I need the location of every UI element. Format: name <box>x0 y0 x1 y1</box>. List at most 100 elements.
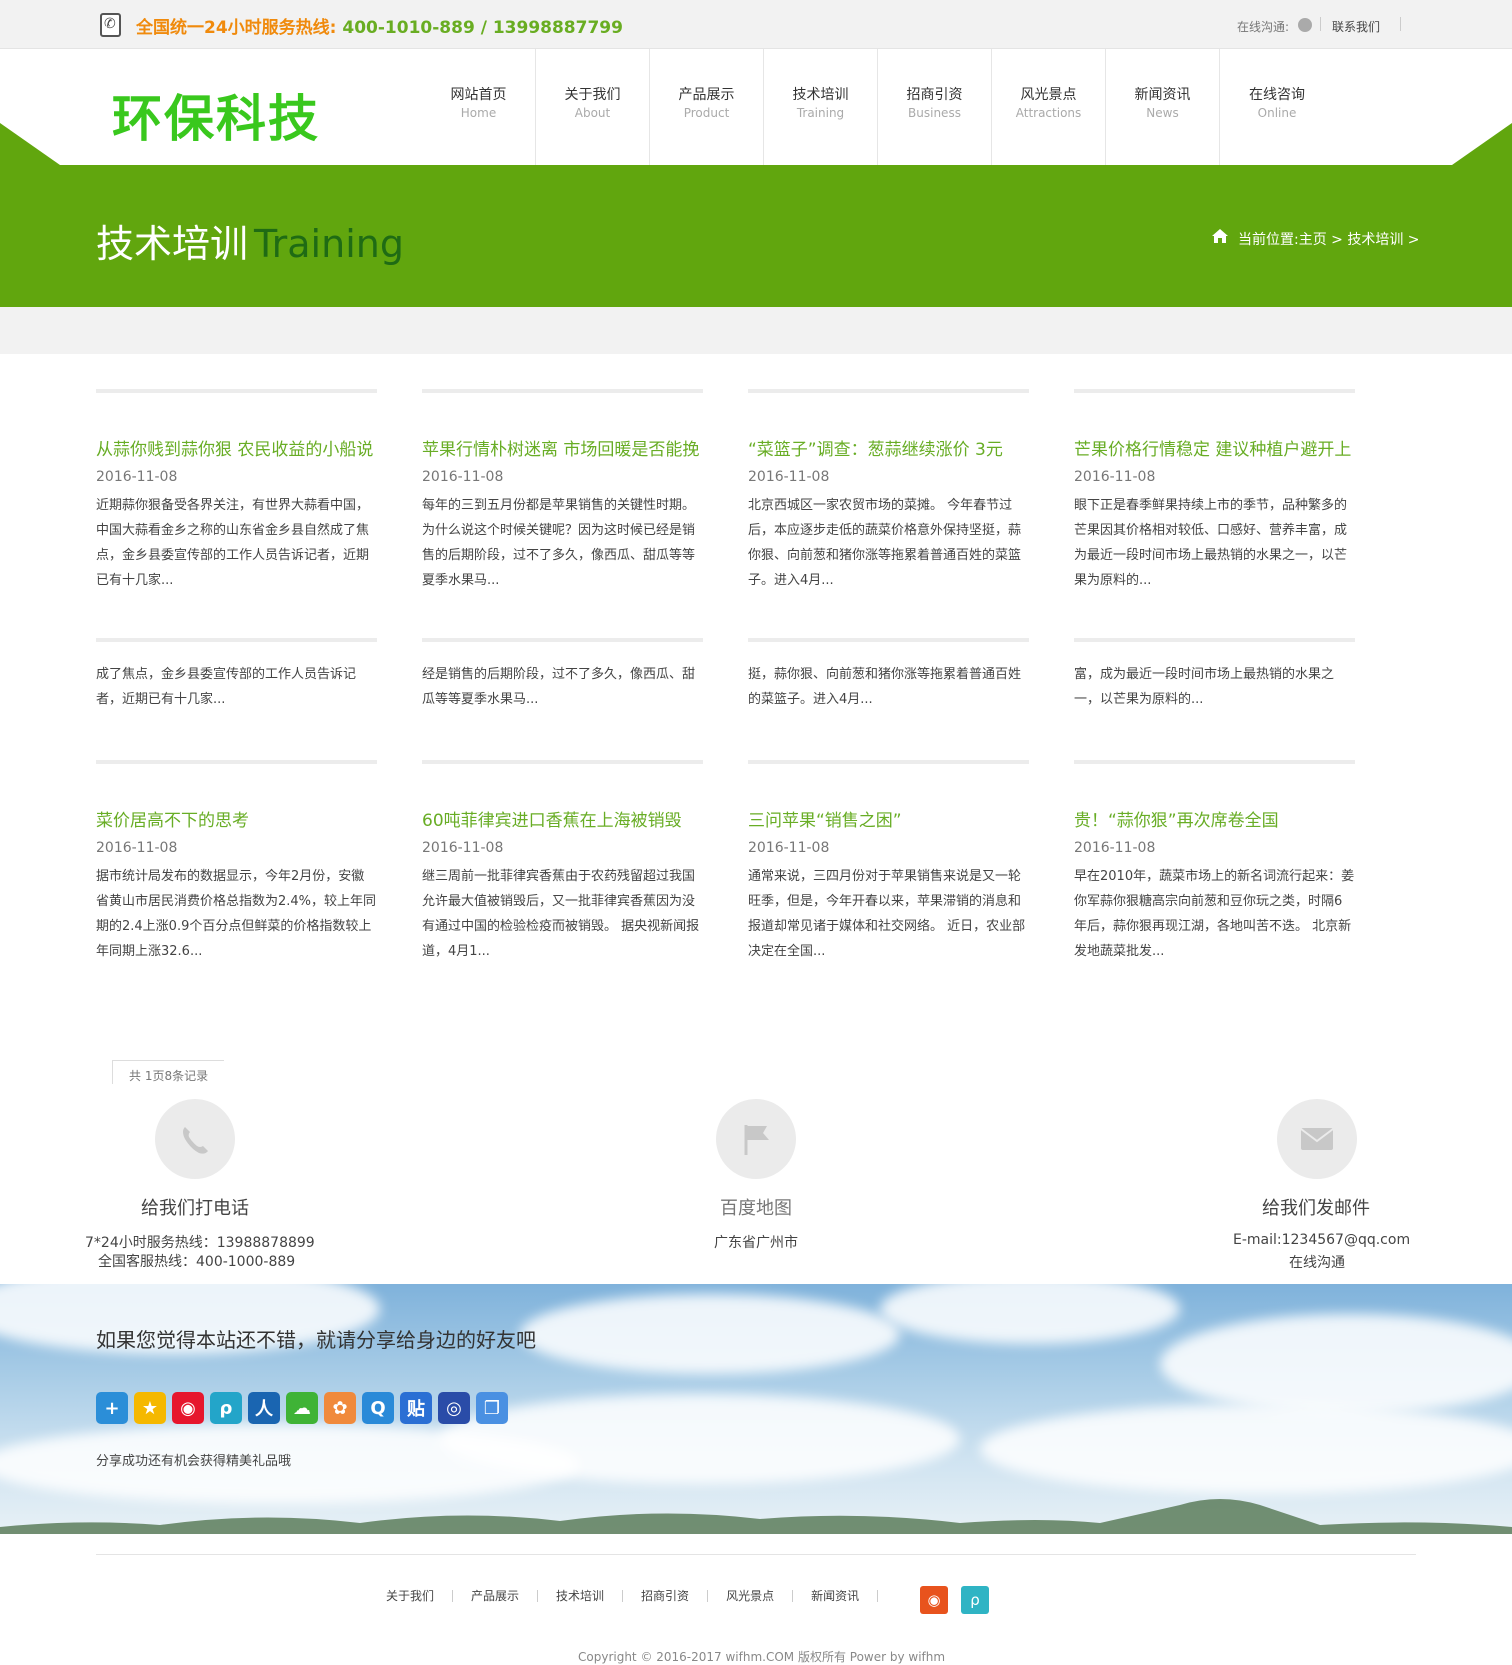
article-title[interactable]: 苹果行情朴树迷离 市场回暖是否能挽 <box>422 435 699 460</box>
qq-chat-icon[interactable] <box>1298 18 1312 32</box>
nav-item-business[interactable]: 招商引资 Business <box>878 49 992 165</box>
article-date: 2016-11-08 <box>96 469 178 485</box>
card-divider <box>422 638 703 642</box>
page-title: 技术培训 Training <box>96 213 404 268</box>
footer-divider <box>96 1554 1416 1555</box>
more-icon[interactable]: + <box>96 1392 128 1424</box>
nav-sublabel: Training <box>796 106 845 120</box>
weibo-icon[interactable]: ◉ <box>920 1586 948 1614</box>
article-summary: 经是销售的后期阶段，过不了多久，像西瓜、甜瓜等等夏季水果马... <box>422 667 696 707</box>
article-date: 2016-11-08 <box>1074 469 1156 485</box>
flag-icon <box>744 1125 769 1155</box>
tqq-icon[interactable]: ρ <box>961 1586 989 1614</box>
article-summary: 早在2010年，蔬菜市场上的新名词流行起来：姜你军蒜你狠糖高宗向前葱和豆你玩之类… <box>1074 869 1355 959</box>
breadcrumb[interactable]: 当前位置:主页 > 技术培训 > <box>1238 229 1420 249</box>
share-heading: 如果您觉得本站还不错，就请分享给身边的好友吧 <box>96 1328 536 1352</box>
nav-sublabel: Product <box>683 106 730 120</box>
tieba-icon[interactable]: 贴 <box>400 1392 432 1424</box>
article-title[interactable]: 从蒜你贱到蒜你狠 农民收益的小船说 <box>96 435 373 460</box>
nav-label: 网站首页 <box>450 87 507 103</box>
article-summary: 挺，蒜你狠、向前葱和猪你涨等拖累着普通百姓的菜篮子。进入4月... <box>748 667 1022 707</box>
article-summary: 近期蒜你狠备受各界关注，有世界大蒜看中国，中国大蒜看金乡之称的山东省金乡县自然成… <box>96 498 370 588</box>
nav-label: 技术培训 <box>792 87 849 103</box>
copy-icon[interactable]: ❐ <box>476 1392 508 1424</box>
article-title[interactable]: 菜价居高不下的思考 <box>96 806 249 831</box>
footer-link-news[interactable]: 新闻资讯 <box>793 1590 879 1602</box>
article-summary: 每年的三到五月份都是苹果销售的关键性时期。为什么说这个时候关键呢？因为这时候已经… <box>422 498 696 588</box>
top-bar: 全国统一24小时服务热线: 400-1010-889 / 13998887799… <box>0 0 1512 49</box>
kaixin-icon[interactable]: ✿ <box>324 1392 356 1424</box>
phone-line-1: 7*24小时服务热线：13988878899 <box>85 1235 315 1251</box>
nav-label: 风光景点 <box>1020 87 1077 103</box>
share-icons: + ★ ◉ ρ 人 ☁ ✿ Q 贴 ◎ ❐ <box>96 1392 508 1424</box>
nav-item-product[interactable]: 产品展示 Product <box>650 49 764 165</box>
card-divider <box>748 760 1029 764</box>
mail-circle[interactable] <box>1277 1099 1357 1179</box>
article-summary: 成了焦点，金乡县委宣传部的工作人员告诉记者，近期已有十几家... <box>96 667 357 707</box>
article-date: 2016-11-08 <box>1074 840 1156 856</box>
douban-icon[interactable]: ◎ <box>438 1392 470 1424</box>
mail-address[interactable]: E-mail:1234567@qq.com <box>1233 1232 1410 1248</box>
nav-item-news[interactable]: 新闻资讯 News <box>1106 49 1220 165</box>
nav-item-home[interactable]: 网站首页 Home <box>422 49 536 165</box>
nav-item-training[interactable]: 技术培训 Training <box>764 49 878 165</box>
article-summary: 富，成为最近一段时间市场上最热销的水果之一，以芒果为原料的... <box>1074 667 1335 707</box>
mail-icon <box>1300 1128 1334 1150</box>
footer-link-business[interactable]: 招商引资 <box>623 1590 709 1602</box>
share-note: 分享成功还有机会获得精美礼品哦 <box>96 1454 292 1469</box>
article-title[interactable]: 60吨菲律宾进口香蕉在上海被销毁 <box>422 806 682 831</box>
nav-sublabel: Attractions <box>1015 106 1082 120</box>
card-divider <box>96 638 377 642</box>
article-summary: 通常来说，三四月份对于苹果销售来说是又一轮旺季，但是，今年开春以来，苹果滞销的消… <box>748 869 1026 959</box>
nav-label: 招商引资 <box>906 87 963 103</box>
article-date: 2016-11-08 <box>96 840 178 856</box>
main-nav: 网站首页 Home 关于我们 About 产品展示 Product 技术培训 Train… <box>422 49 1334 165</box>
nav-item-about[interactable]: 关于我们 About <box>536 49 650 165</box>
card-divider <box>1074 638 1355 642</box>
nav-sublabel: Home <box>460 106 497 120</box>
tqq-icon[interactable]: ρ <box>210 1392 242 1424</box>
nav-item-attractions[interactable]: 风光景点 Attractions <box>992 49 1106 165</box>
pagination-info: 共 1页8条记录 <box>112 1060 224 1084</box>
card-divider <box>422 760 703 764</box>
weibo-icon[interactable]: ◉ <box>172 1392 204 1424</box>
card-divider <box>1074 760 1355 764</box>
wechat-icon[interactable]: ☁ <box>286 1392 318 1424</box>
map-circle[interactable] <box>716 1099 796 1179</box>
nav-item-online[interactable]: 在线咨询 Online <box>1220 49 1334 165</box>
site-logo[interactable]: 环保科技 <box>112 79 320 151</box>
divider <box>1400 17 1401 31</box>
page-title-en: Training <box>254 222 404 266</box>
phone-icon <box>100 13 121 37</box>
contact-us-link[interactable]: 联系我们 <box>1332 18 1380 35</box>
renren-icon[interactable]: 人 <box>248 1392 280 1424</box>
phone-circle <box>155 1099 235 1179</box>
share-section: 如果您觉得本站还不错，就请分享给身边的好友吧 + ★ ◉ ρ 人 ☁ ✿ Q 贴… <box>0 1284 1512 1534</box>
card-divider <box>422 389 703 393</box>
footer-link-about[interactable]: 关于我们 <box>368 1590 454 1602</box>
article-summary: 继三周前一批菲律宾香蕉由于农药残留超过我国允许最大值被销毁后，又一批菲律宾香蕉因… <box>422 869 700 959</box>
qq-icon[interactable]: Q <box>362 1392 394 1424</box>
article-summary: 北京西城区一家农贸市场的菜摊。 今年春节过后，本应逐步走低的蔬菜价格意外保持坚挺… <box>748 498 1022 588</box>
page-title-cn: 技术培训 <box>96 222 249 266</box>
card-divider <box>1074 389 1355 393</box>
article-title[interactable]: 芒果价格行情稳定 建议种植户避开上 <box>1074 435 1351 460</box>
page-banner: 技术培训 Training 当前位置:主页 > 技术培训 > <box>0 165 1512 307</box>
article-title[interactable]: 三问苹果“销售之困” <box>748 806 902 831</box>
banner-wing-left <box>0 123 60 165</box>
nav-sublabel: News <box>1146 106 1179 120</box>
article-title[interactable]: 贵！“蒜你狠”再次席卷全国 <box>1074 806 1279 831</box>
header: 环保科技 网站首页 Home 关于我们 About 产品展示 Product 技术培训… <box>0 49 1512 165</box>
card-divider <box>748 389 1029 393</box>
copyright: Copyright © 2016-2017 wifhm.COM 版权所有 Pow… <box>578 1650 946 1664</box>
footer-link-training[interactable]: 技术培训 <box>538 1590 624 1602</box>
map-title[interactable]: 百度地图 <box>720 1194 792 1220</box>
online-chat-link[interactable]: 在线沟通 <box>1289 1252 1345 1272</box>
online-talk-label: 在线沟通: <box>1237 20 1290 34</box>
qzone-icon[interactable]: ★ <box>134 1392 166 1424</box>
phone-icon <box>183 1127 208 1154</box>
footer-link-attractions[interactable]: 风光景点 <box>708 1590 794 1602</box>
article-title[interactable]: “菜篮子”调查：葱蒜继续涨价 3元 <box>748 435 1003 460</box>
footer-link-product[interactable]: 产品展示 <box>453 1590 539 1602</box>
divider <box>1320 17 1321 31</box>
